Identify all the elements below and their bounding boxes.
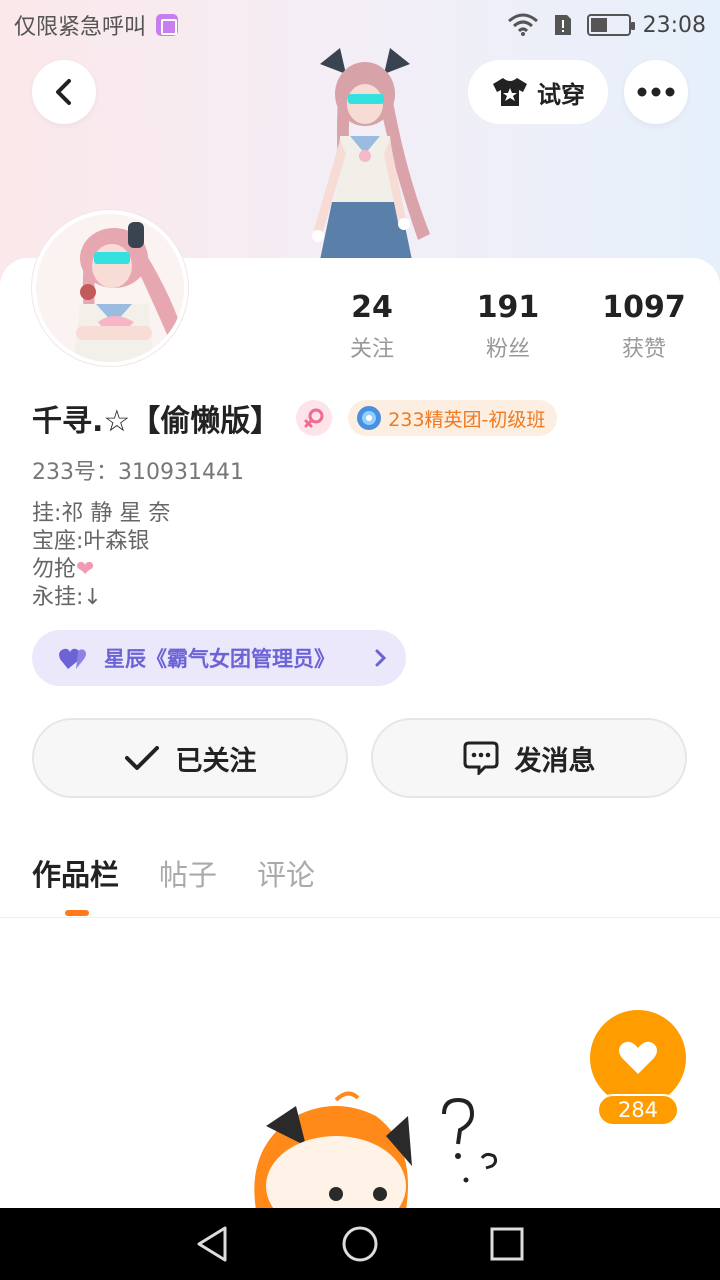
chevron-left-icon xyxy=(56,79,71,105)
fan-group-label: 星辰《霸气女团管理员》 xyxy=(104,647,335,671)
like-count: 284 xyxy=(597,1094,679,1126)
bio-line-with-heart: 勿抢❤ xyxy=(32,556,170,584)
stat-value: 191 xyxy=(476,290,540,325)
nav-home-icon[interactable] xyxy=(340,1224,380,1264)
following-label: 已关注 xyxy=(175,745,257,777)
bio-line: 挂:祁 静 星 奈 xyxy=(32,501,171,526)
tab-works[interactable]: 作品栏 xyxy=(32,852,119,916)
more-dots-icon xyxy=(637,87,675,97)
stat-likes[interactable]: 1097 获赞 xyxy=(584,290,704,363)
bio: 挂:祁 静 星 奈 宝座:叶森银 勿抢❤ 永挂:↓ xyxy=(32,500,170,612)
user-id: 233号：310931441 xyxy=(32,460,244,485)
name-row: 千寻.☆【偷懒版】 233精英团-初级班 xyxy=(32,396,558,440)
tab-comments[interactable]: 评论 xyxy=(257,852,315,894)
rank-badge[interactable]: 233精英团-初级班 xyxy=(348,400,558,436)
stat-label: 获赞 xyxy=(621,337,666,362)
username: 千寻.☆【偷懒版】 xyxy=(32,404,281,439)
like-button[interactable] xyxy=(590,1010,686,1106)
following-button[interactable]: 已关注 xyxy=(32,718,348,798)
send-message-label: 发消息 xyxy=(514,745,596,777)
avatar-3d-figure xyxy=(312,48,430,260)
sim-alert-icon xyxy=(554,15,571,35)
more-options-button[interactable] xyxy=(624,60,688,124)
bio-line: 宝座:叶森银 xyxy=(32,529,150,554)
screenshot-notification-icon xyxy=(156,14,179,36)
heart-icon xyxy=(619,1041,657,1074)
gem-icon xyxy=(357,406,382,430)
fan-group-banner[interactable]: 星辰《霸气女团管理员》 xyxy=(32,630,406,686)
stat-label: 关注 xyxy=(349,337,394,362)
send-message-button[interactable]: 发消息 xyxy=(371,718,687,798)
stat-value: 1097 xyxy=(602,290,686,325)
checkmark-icon xyxy=(124,746,159,770)
double-heart-icon xyxy=(59,648,86,669)
chat-bubble-icon xyxy=(463,741,498,775)
stat-following[interactable]: 24 关注 xyxy=(312,290,432,363)
empty-state-mascot xyxy=(254,1091,498,1210)
wifi-icon xyxy=(507,13,538,36)
carrier-text: 仅限紧急呼叫 xyxy=(14,15,147,40)
nav-recents-icon[interactable] xyxy=(489,1226,525,1262)
back-button[interactable] xyxy=(32,60,96,124)
avatar[interactable] xyxy=(32,210,188,366)
system-nav-bar xyxy=(0,1208,720,1280)
bio-line: 永挂:↓ xyxy=(32,585,102,610)
tshirt-icon xyxy=(493,78,527,106)
tabs-divider xyxy=(0,917,720,918)
tab-posts[interactable]: 帖子 xyxy=(159,852,217,894)
avatar-image xyxy=(36,214,184,362)
chevron-right-icon xyxy=(375,649,387,667)
stat-label: 粉丝 xyxy=(485,337,530,362)
heart-icon: ❤ xyxy=(76,557,95,582)
status-bar: 仅限紧急呼叫 23:08 xyxy=(0,0,720,50)
rank-badge-label: 233精英团-初级班 xyxy=(388,408,546,431)
try-on-button[interactable]: 试穿 xyxy=(468,60,608,124)
clock: 23:08 xyxy=(642,12,706,38)
profile-tabs: 作品栏 帖子 评论 xyxy=(32,852,315,916)
female-gender-icon xyxy=(296,400,333,436)
battery-icon xyxy=(586,14,635,36)
nav-back-icon[interactable] xyxy=(195,1224,231,1264)
try-on-label: 试穿 xyxy=(537,80,585,109)
bio-line: 勿抢 xyxy=(32,557,77,582)
stat-value: 24 xyxy=(351,290,393,325)
stat-followers[interactable]: 191 粉丝 xyxy=(448,290,568,363)
